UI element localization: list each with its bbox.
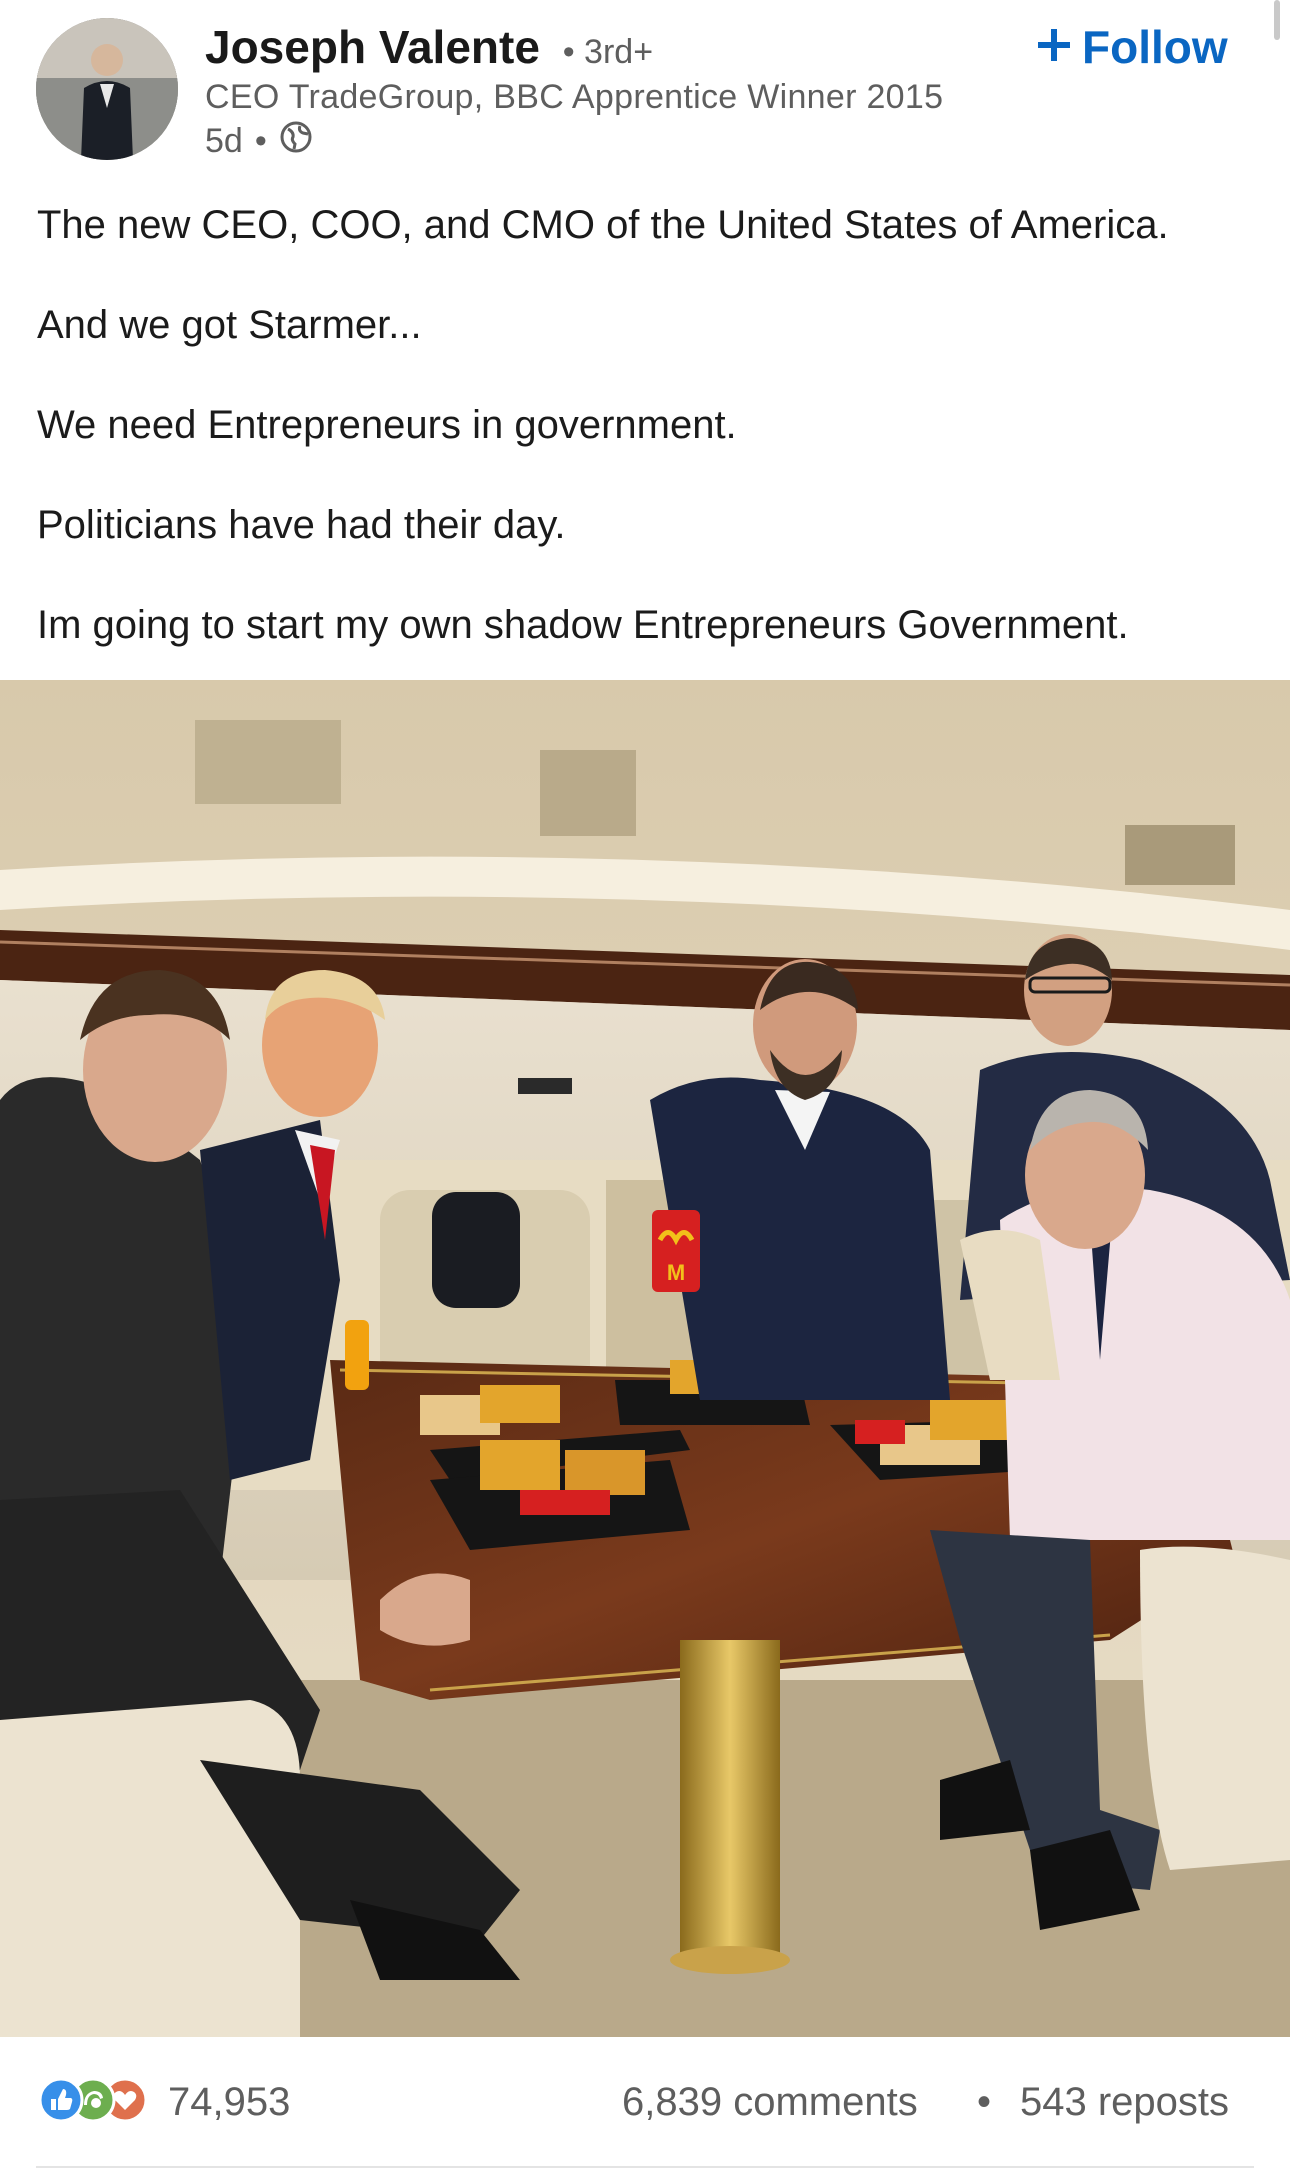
post-paragraph: Politicians have had their day. — [37, 503, 566, 547]
post-photo[interactable]: M — [0, 680, 1290, 2037]
post-meta: 5d • — [205, 120, 313, 163]
reaction-count[interactable]: 74,953 — [168, 2080, 290, 2125]
plus-icon — [1036, 20, 1072, 74]
author-headline: CEO TradeGroup, BBC Apprentice Winner 20… — [205, 78, 944, 116]
follow-button[interactable]: Follow — [1036, 20, 1228, 74]
divider — [36, 2166, 1254, 2168]
author-name[interactable]: Joseph Valente • 3rd+ — [205, 20, 653, 74]
photo-illustration: M — [0, 680, 1290, 2037]
post-header: Joseph Valente • 3rd+ CEO TradeGroup, BB… — [0, 0, 1290, 170]
mcdonalds-sign: M — [667, 1260, 685, 1285]
reaction-icons[interactable] — [38, 2077, 148, 2128]
connection-degree: • 3rd+ — [562, 33, 654, 71]
post-paragraph: And we got Starmer... — [37, 303, 422, 347]
follow-label: Follow — [1082, 21, 1228, 73]
meta-separator: • — [254, 122, 267, 160]
reposts-count[interactable]: 543 reposts — [1020, 2080, 1229, 2125]
like-icon — [38, 2077, 84, 2128]
post-paragraph: We need Entrepreneurs in government. — [37, 403, 737, 447]
author-name-text[interactable]: Joseph Valente — [205, 21, 540, 73]
post-paragraph: Im going to start my own shadow Entrepre… — [37, 603, 1129, 647]
post-body: The new CEO, COO, and CMO of the United … — [37, 200, 1267, 700]
post-age: 5d — [205, 122, 243, 160]
globe-icon — [279, 120, 313, 163]
author-avatar[interactable] — [36, 18, 178, 160]
social-separator: • — [977, 2080, 992, 2124]
scrollbar[interactable] — [1274, 0, 1280, 40]
post-paragraph: The new CEO, COO, and CMO of the United … — [37, 203, 1169, 247]
comments-count[interactable]: 6,839 comments — [622, 2080, 918, 2125]
